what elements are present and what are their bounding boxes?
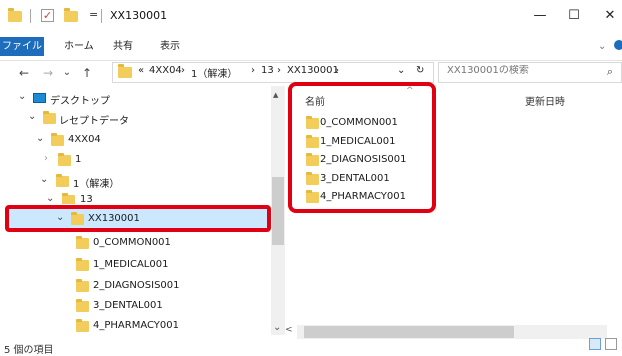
tab-file[interactable]: ファイル — [0, 37, 44, 56]
tree-label: 4XX04 — [68, 134, 101, 145]
content-scroll-thumb[interactable] — [304, 326, 514, 338]
chevron-right-icon[interactable]: › — [44, 153, 48, 164]
folder-icon — [76, 319, 89, 332]
refresh-icon[interactable]: ↻ — [416, 65, 424, 76]
folder-icon — [8, 8, 22, 22]
scroll-left-icon[interactable]: < — [285, 325, 293, 335]
search-icon[interactable]: ⌕ — [607, 65, 613, 79]
tree-label: 1（解凍） — [73, 179, 120, 190]
divider — [101, 9, 102, 23]
breadcrumb-separator[interactable]: › — [277, 65, 281, 76]
tree-label: 1_MEDICAL001 — [93, 259, 169, 270]
tree-label: 0_COMMON001 — [93, 237, 171, 248]
quick-access-dropdown[interactable]: = — [89, 8, 98, 21]
new-folder-icon[interactable] — [64, 8, 78, 22]
chevron-down-icon[interactable]: ⌄ — [28, 111, 36, 122]
chevron-down-icon[interactable]: ⌄ — [36, 133, 44, 144]
folder-icon — [76, 258, 89, 271]
tab-home[interactable]: ホーム — [64, 37, 94, 56]
tree-label: 4_PHARMACY001 — [93, 320, 179, 331]
address-bar[interactable]: « 4XX04 › 1（解凍） › 13 › XX130001 › ⌄ ↻ — [112, 62, 434, 83]
up-button[interactable]: ↑ — [79, 64, 95, 82]
breadcrumb-xx130001[interactable]: XX130001 — [287, 65, 339, 76]
tree-item-1[interactable]: › 1 — [0, 150, 270, 172]
folder-icon — [76, 299, 89, 312]
tab-view[interactable]: 表示 — [160, 37, 180, 56]
tree-label: デスクトップ — [50, 96, 110, 107]
large-icons-view-icon[interactable] — [605, 338, 617, 350]
chevron-down-icon[interactable]: ⌄ — [46, 193, 54, 204]
status-item-count: 5 個の項目 — [4, 345, 54, 356]
tree-label: 1 — [75, 154, 82, 165]
breadcrumb-1-unzip[interactable]: 1（解凍） — [191, 65, 237, 80]
breadcrumb-4xx04[interactable]: 4XX04 — [149, 65, 182, 76]
tree-item-medical[interactable]: 1_MEDICAL001 — [0, 255, 270, 277]
recent-locations-button[interactable]: ⌄ — [59, 64, 75, 82]
folder-icon — [76, 236, 89, 249]
folder-icon — [56, 174, 69, 187]
desktop-icon — [33, 93, 46, 103]
tree-item-receipt-data[interactable]: ⌄ レセプトデータ — [0, 108, 270, 130]
maximize-button[interactable]: ☐ — [562, 6, 586, 26]
scroll-down-icon[interactable]: ⌄ — [273, 322, 281, 333]
folder-icon — [43, 111, 56, 124]
breadcrumb-separator[interactable]: › — [251, 65, 255, 76]
details-view-icon[interactable] — [589, 338, 601, 350]
tree-label: レセプトデータ — [59, 116, 129, 127]
close-button[interactable]: ✕ — [598, 6, 622, 26]
highlight-box-right — [288, 82, 436, 213]
minimize-button[interactable]: — — [528, 6, 552, 26]
ribbon-expand-icon[interactable]: ⌄ — [598, 37, 606, 56]
search-box[interactable]: ⌕ — [438, 62, 622, 83]
address-dropdown-icon[interactable]: ⌄ — [397, 65, 405, 76]
folder-icon — [62, 193, 75, 204]
tree-label: 3_DENTAL001 — [93, 300, 163, 311]
window-title: XX130001 — [110, 9, 168, 22]
properties-check-icon[interactable]: ✓ — [41, 9, 54, 22]
tree-item-4xx04[interactable]: ⌄ 4XX04 — [0, 130, 270, 152]
tree-label: 13 — [80, 194, 93, 204]
help-icon[interactable] — [614, 40, 622, 50]
column-header-modified[interactable]: 更新日時 — [525, 93, 565, 108]
breadcrumb-separator[interactable]: › — [335, 65, 339, 76]
breadcrumb-13[interactable]: 13 — [261, 65, 274, 76]
nav-scroll-thumb[interactable] — [272, 177, 284, 245]
forward-button[interactable]: → — [40, 64, 56, 82]
divider — [30, 9, 31, 23]
tree-item-desktop[interactable]: ⌄ デスクトップ — [0, 88, 270, 110]
tab-share[interactable]: 共有 — [113, 37, 133, 56]
highlight-box-left — [5, 205, 271, 232]
tree-item-dental[interactable]: 3_DENTAL001 — [0, 296, 270, 318]
tree-item-diagnosis[interactable]: 2_DIAGNOSIS001 — [0, 276, 270, 298]
folder-icon — [118, 64, 132, 78]
chevron-down-icon[interactable]: ⌄ — [18, 91, 26, 102]
back-button[interactable]: ← — [16, 64, 32, 82]
scroll-up-icon[interactable]: ▲ — [273, 91, 278, 99]
folder-icon — [76, 279, 89, 292]
tree-item-13[interactable]: ⌄ 13 — [0, 190, 270, 204]
tree-item-pharmacy[interactable]: 4_PHARMACY001 — [0, 316, 270, 338]
tree-label: 2_DIAGNOSIS001 — [93, 280, 180, 291]
chevron-down-icon[interactable]: ⌄ — [40, 174, 48, 185]
search-input[interactable] — [447, 65, 587, 76]
folder-icon — [58, 153, 71, 166]
tree-item-common[interactable]: 0_COMMON001 — [0, 233, 270, 255]
breadcrumb-separator[interactable]: › — [181, 65, 185, 76]
breadcrumb-overflow[interactable]: « — [138, 65, 144, 76]
folder-icon — [51, 133, 64, 146]
